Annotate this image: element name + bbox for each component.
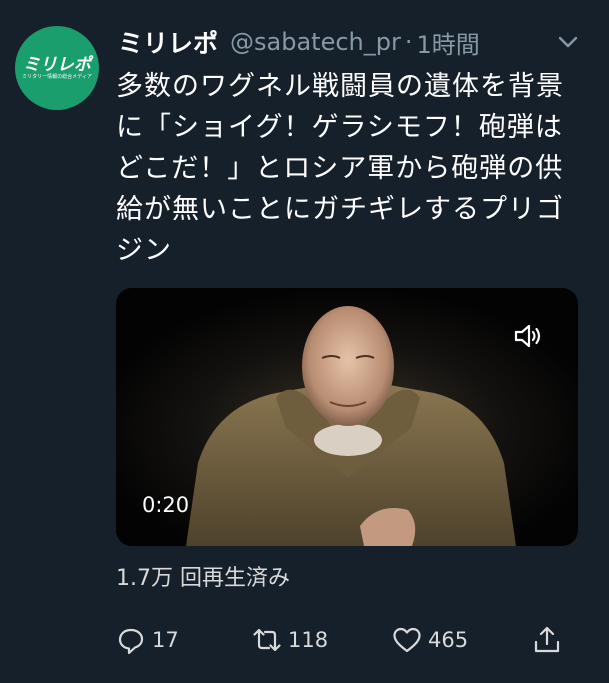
user-handle[interactable]: @sabatech_pr <box>230 28 401 56</box>
retweet-icon <box>253 628 281 652</box>
like-button[interactable]: 465 <box>392 620 468 660</box>
speaker-icon[interactable] <box>512 320 544 352</box>
tweet[interactable]: ミリレポ ミリタリー情報の総合メディア ミリレポ @sabatech_pr · … <box>0 0 609 683</box>
reply-icon <box>118 628 144 655</box>
reply-button[interactable]: 17 <box>116 620 179 660</box>
view-count: 1.7万 回再生済み <box>116 566 290 591</box>
tweet-header: ミリレポ @sabatech_pr · 1時間 <box>118 22 588 62</box>
video-player[interactable]: 0:20 <box>116 288 578 546</box>
retweet-button[interactable]: 118 <box>252 620 328 660</box>
avatar-tagline: ミリタリー情報の総合メディア <box>22 73 92 80</box>
retweet-count: 118 <box>288 628 329 652</box>
share-icon <box>534 626 560 653</box>
tweet-actions: 17 118 465 <box>116 620 576 660</box>
avatar[interactable]: ミリレポ ミリタリー情報の総合メディア <box>15 26 99 110</box>
avatar-logo: ミリレポ <box>23 54 91 75</box>
video-duration: 0:20 <box>142 493 190 517</box>
like-count: 465 <box>428 628 469 652</box>
chevron-down-icon[interactable] <box>556 30 580 54</box>
display-name[interactable]: ミリレポ <box>118 24 218 60</box>
separator: · <box>404 28 413 56</box>
heart-icon <box>393 627 421 653</box>
share-button[interactable] <box>532 620 562 660</box>
tweet-text: 多数のワグネル戦闘員の遺体を背景に「ショイグ！ゲラシモフ！砲弾はどこだ！」とロシ… <box>116 71 564 266</box>
timestamp[interactable]: 1時間 <box>417 25 480 60</box>
reply-count: 17 <box>152 628 179 652</box>
